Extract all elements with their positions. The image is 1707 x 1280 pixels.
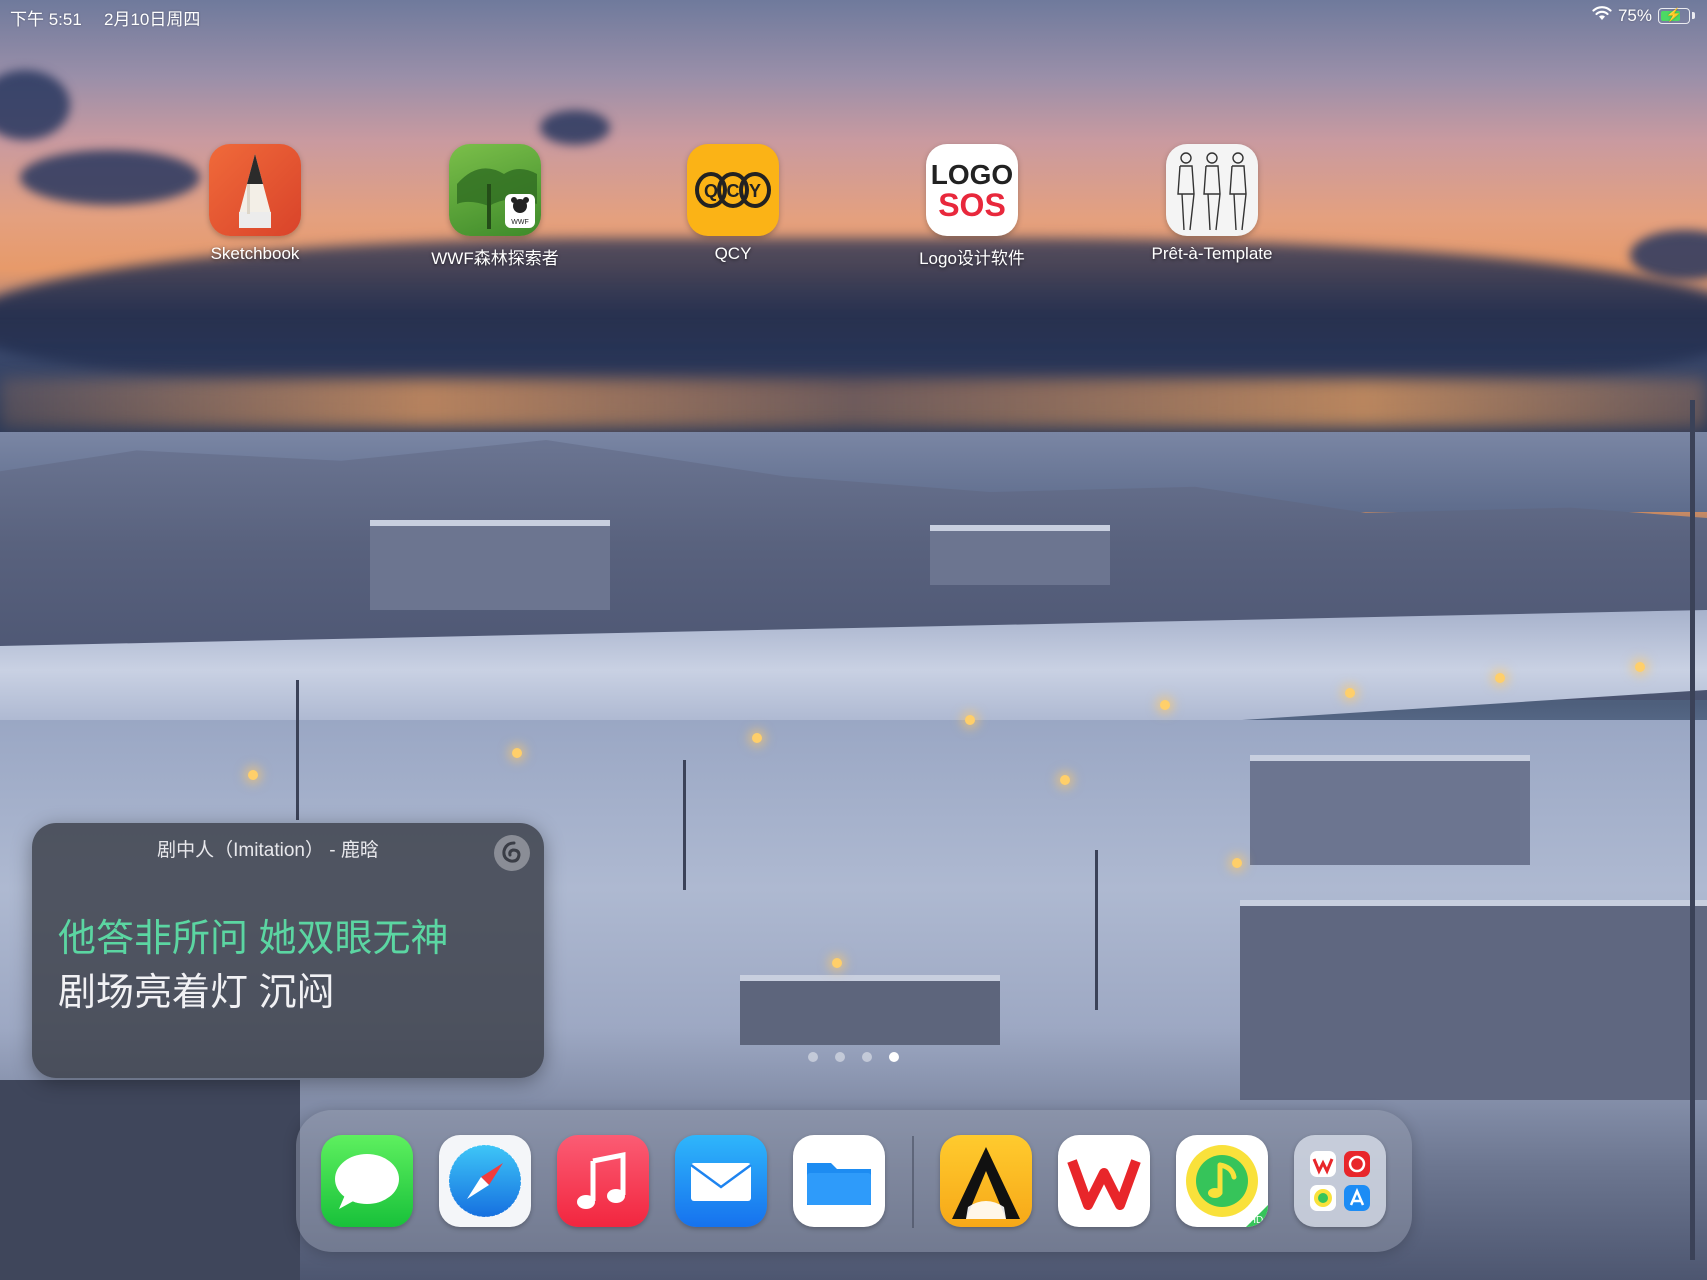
page-dot[interactable] — [835, 1052, 845, 1062]
app-label: Sketchbook — [210, 244, 300, 263]
files-folder-icon[interactable] — [793, 1135, 885, 1227]
page-indicator[interactable] — [808, 1052, 899, 1062]
bolt-icon: ⚡ — [1665, 6, 1683, 22]
page-dot-active[interactable] — [889, 1052, 899, 1062]
logo-sos-top-text: LOGO — [931, 159, 1013, 190]
logo-sos-icon: LOGO SOS — [926, 144, 1018, 236]
lyric-current-line: 他答非所问 她双眼无神 — [58, 918, 449, 960]
dock-separator — [912, 1136, 914, 1228]
page-dot[interactable] — [862, 1052, 872, 1062]
battery-percent: 75% — [1617, 5, 1652, 25]
dock: HD — [296, 1110, 1412, 1252]
app-qcy[interactable]: Q C Y QCY — [658, 144, 808, 264]
lyric-next-line: 剧场亮着灯 沉闷 — [58, 972, 335, 1014]
status-bar: 下午 5:51 2月10日周四 75% ⚡ — [0, 0, 1707, 30]
app-library-icon[interactable] — [1294, 1135, 1386, 1227]
letter-a-icon[interactable] — [940, 1135, 1032, 1227]
qq-music-icon[interactable]: HD — [1176, 1135, 1268, 1227]
app-label: Prêt-à-Template — [1151, 244, 1273, 263]
battery-tip — [1692, 12, 1695, 19]
app-pret-a-template[interactable]: Prêt-à-Template — [1137, 144, 1287, 264]
svg-text:C: C — [727, 181, 740, 201]
messages-icon[interactable] — [321, 1135, 413, 1227]
status-date: 2月10日周四 — [104, 10, 201, 29]
mail-envelope-icon[interactable] — [675, 1135, 767, 1227]
app-label: QCY — [714, 244, 752, 263]
svg-text:Y: Y — [749, 181, 761, 201]
app-logo-sos[interactable]: LOGO SOS Logo设计软件 — [897, 144, 1047, 269]
wifi-icon — [1592, 5, 1612, 26]
page-dot[interactable] — [808, 1052, 818, 1062]
safari-compass-icon[interactable] — [439, 1135, 531, 1227]
wps-w-icon[interactable] — [1058, 1135, 1150, 1227]
pencil-icon — [209, 144, 301, 236]
song-title: 剧中人（Imitation） - 鹿晗 — [157, 840, 379, 861]
app-sketchbook[interactable]: Sketchbook — [180, 144, 330, 264]
hd-badge: HD — [1249, 1215, 1263, 1226]
netease-music-icon[interactable] — [494, 835, 530, 871]
logo-sos-bottom-text: SOS — [938, 187, 1006, 223]
lyrics-widget[interactable]: 剧中人（Imitation） - 鹿晗 他答非所问 她双眼无神 剧场亮着灯 沉闷 — [32, 823, 544, 1078]
status-right-group: 75% ⚡ — [1592, 5, 1695, 26]
wwf-panda-icon: WWF — [449, 144, 541, 236]
svg-text:Q: Q — [704, 181, 718, 201]
qcy-logo-icon: Q C Y — [687, 144, 779, 236]
status-time: 下午 5:51 — [10, 10, 82, 29]
app-wwf[interactable]: WWF WWF森林探索者 — [420, 144, 570, 269]
app-label: Logo设计软件 — [919, 249, 1025, 268]
app-label: WWF森林探索者 — [431, 249, 559, 268]
music-note-icon[interactable] — [557, 1135, 649, 1227]
svg-text:WWF: WWF — [511, 219, 529, 226]
battery-icon: ⚡ — [1658, 6, 1690, 24]
fashion-figure-icon — [1166, 144, 1258, 236]
